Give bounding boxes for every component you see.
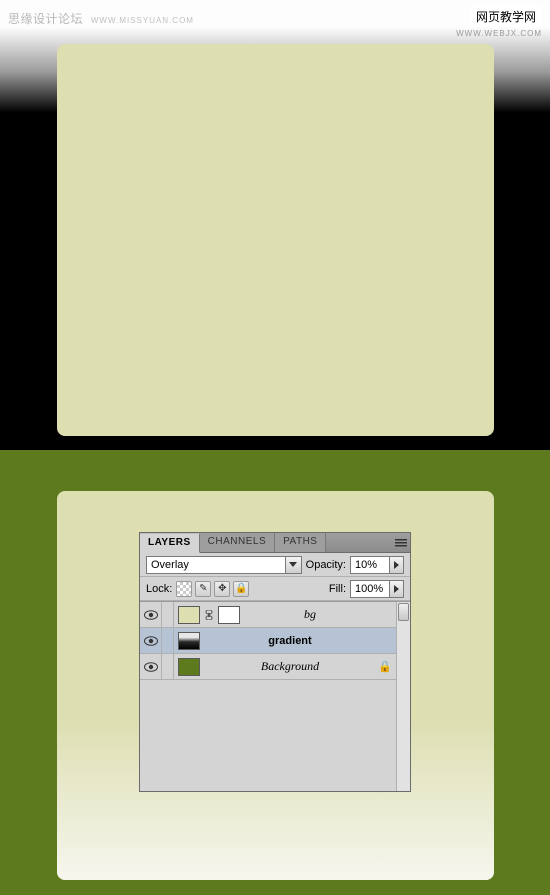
scrollbar-thumb[interactable] — [398, 603, 409, 621]
opacity-input[interactable]: 10% — [350, 556, 390, 574]
watermark-left-main: 思缘设计论坛 — [8, 12, 83, 26]
layer-lock-indicator: 🔒 — [372, 654, 396, 679]
lock-fill-row: Lock: ✎ ✥ 🔒 Fill: 100% — [140, 577, 410, 601]
tab-layers[interactable]: LAYERS — [140, 533, 200, 553]
blend-mode-caret — [285, 557, 301, 573]
opacity-value: 10% — [355, 559, 377, 571]
layer-thumbs — [174, 628, 204, 653]
fill-input[interactable]: 100% — [350, 580, 390, 598]
lock-position-button[interactable]: ✥ — [214, 581, 230, 597]
layers-panel: LAYERS CHANNELS PATHS Overlay Opacity: 1… — [139, 532, 411, 792]
layer-row-gradient[interactable]: gradient — [140, 628, 410, 654]
watermark-left-sub: WWW.MISSYUAN.COM — [91, 16, 194, 25]
watermark-right-sub: WWW.WEBJX.COM — [456, 29, 542, 38]
visibility-toggle[interactable] — [140, 628, 162, 653]
layer-thumbs — [174, 654, 204, 679]
watermark-left: 思缘设计论坛 WWW.MISSYUAN.COM — [8, 10, 194, 27]
watermark-right-main: 网页教学网 — [470, 6, 542, 27]
blend-mode-value: Overlay — [151, 559, 189, 571]
fill-value: 100% — [355, 583, 383, 595]
eye-icon — [144, 636, 158, 646]
layer-lock-cell — [372, 628, 396, 653]
layer-thumb-icon[interactable] — [178, 632, 200, 650]
panel-menu-icon — [395, 538, 407, 548]
link-cell — [162, 628, 174, 653]
panel-menu-button[interactable] — [392, 533, 410, 552]
lock-label: Lock: — [146, 583, 172, 595]
layer-thumb-icon[interactable] — [178, 606, 200, 624]
lock-image-button[interactable]: ✎ — [195, 581, 211, 597]
layer-name[interactable]: Background — [204, 654, 372, 679]
watermark-right: 网页教学网 WWW.WEBJX.COM — [456, 6, 542, 38]
tab-channels[interactable]: CHANNELS — [200, 533, 275, 552]
fill-flyout-button[interactable] — [390, 580, 404, 598]
lock-icon: 🔒 — [378, 660, 392, 673]
panel-tabs: LAYERS CHANNELS PATHS — [140, 533, 410, 553]
blend-mode-dropdown[interactable]: Overlay — [146, 556, 302, 574]
lock-icons: ✎ ✥ 🔒 — [176, 581, 249, 597]
eye-icon — [144, 610, 158, 620]
link-cell — [162, 654, 174, 679]
canvas-preview-top — [57, 44, 494, 436]
visibility-toggle[interactable] — [140, 602, 162, 627]
opacity-label: Opacity: — [306, 559, 346, 571]
layer-lock-cell — [372, 602, 396, 627]
link-cell — [162, 602, 174, 627]
blend-opacity-row: Overlay Opacity: 10% — [140, 553, 410, 577]
eye-icon — [144, 662, 158, 672]
layer-list: bg gradient — [140, 601, 410, 791]
layer-name[interactable]: bg — [244, 602, 372, 627]
lock-transparency-button[interactable] — [176, 581, 192, 597]
layer-thumb-icon[interactable] — [178, 658, 200, 676]
fill-label: Fill: — [329, 583, 346, 595]
layer-name[interactable]: gradient — [204, 628, 372, 653]
lock-all-button[interactable]: 🔒 — [233, 581, 249, 597]
layer-mask-thumb-icon[interactable] — [218, 606, 240, 624]
tab-paths[interactable]: PATHS — [275, 533, 326, 552]
opacity-flyout-button[interactable] — [390, 556, 404, 574]
layer-thumbs — [174, 602, 244, 627]
visibility-toggle[interactable] — [140, 654, 162, 679]
layer-scrollbar[interactable] — [396, 602, 410, 791]
layer-row-bg[interactable]: bg — [140, 602, 410, 628]
mask-link-icon[interactable] — [204, 610, 214, 620]
layer-row-background[interactable]: Background 🔒 — [140, 654, 410, 680]
